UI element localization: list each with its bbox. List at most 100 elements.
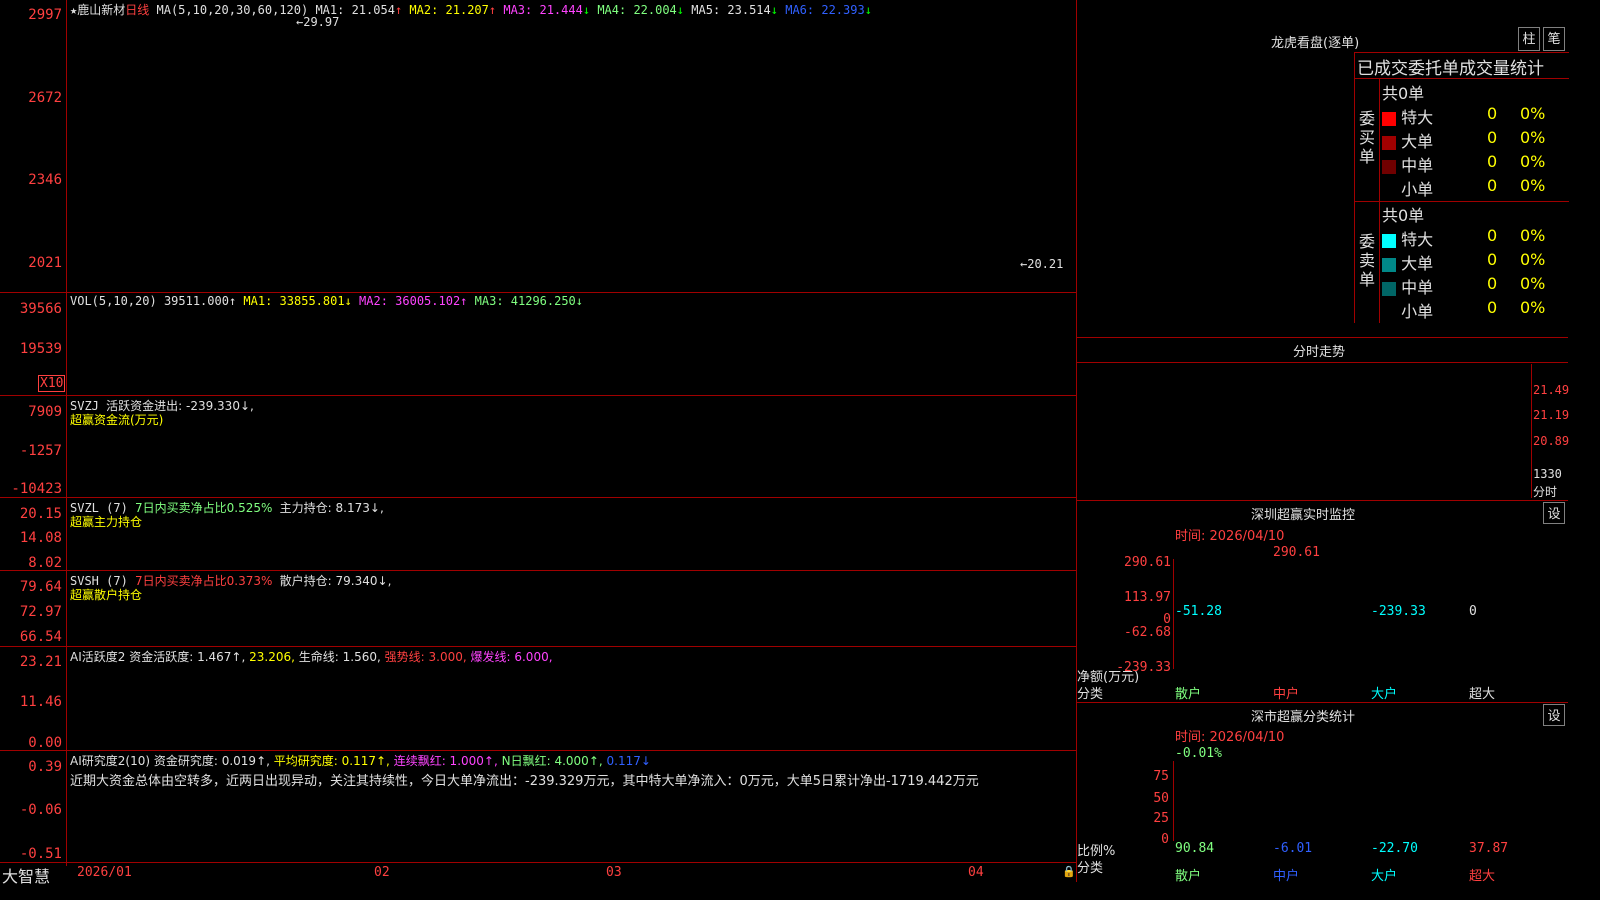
sz-category: 超大 [1469,687,1496,702]
x-tick: 03 [606,865,622,880]
y-tick: 0.00 [28,735,62,751]
sz-classify-panel: 深市超赢分类统计 设 时间: 2026/04/10 -0.01% 75 50 2… [1077,703,1569,884]
sz-value-label-0: -51.28 [1175,604,1222,619]
ma3-value: MA3: 21.444↓ [503,3,591,17]
svsh-sub: 超赢散户持仓 [70,588,143,602]
sz-classify-settings-button[interactable]: 设 [1543,704,1565,726]
sz-classify-bar-area [1173,761,1569,841]
y-tick: 0.39 [28,759,62,775]
tick-mode-button[interactable]: 笔 [1543,27,1565,51]
sell-small-swatch [1382,305,1396,320]
sz-classify-x-label: 分类 [1077,861,1104,876]
buy-total: 共0单 [1382,84,1425,103]
sz-classify-y-tick: 25 [1153,811,1169,826]
ma2-value: MA2: 21.207↑ [409,3,497,17]
ai-research-panel[interactable]: AI研究度2(10) 资金研究度: 0.019↑, 平均研究度: 0.117↑,… [0,751,1076,862]
y-tick: -10423 [11,481,62,497]
y-tick: 7909 [28,404,62,420]
dragon-tiger-title: 龙虎看盘(逐单) [1271,36,1360,51]
brand-label: 大智慧 [2,867,51,886]
sell-medium-swatch [1382,281,1396,296]
ma6-value: MA6: 22.393↓ [785,3,872,17]
sell-total: 共0单 [1382,206,1425,225]
sell-side-label-cell: 委卖单 [1355,202,1380,323]
ai-active-panel[interactable]: AI活跃度2 资金活跃度: 1.467↑, 23.206, 生命线: 1.560… [0,647,1076,751]
y-tick: 39566 [19,301,62,317]
x-tick: 04 [968,865,984,880]
volume-panel[interactable]: VOL(5,10,20) 39511.000↑ MA1: 33855.801↓ … [0,293,1076,396]
intraday-vol-tick: 1330 [1533,467,1562,481]
sz-classify-title: 深市超赢分类统计 [1251,710,1356,725]
sell-row-medium: 中单 0 0% [1382,274,1582,298]
sell-large-swatch [1382,257,1396,272]
sz-classify-value-label-3: 37.87 [1469,841,1509,856]
buy-large-swatch [1382,135,1396,150]
y-tick: 66.54 [19,629,62,645]
svzj-panel[interactable]: SVZJ 活跃资金进出: -239.330↓, 超赢资金流(万元) 7909 -… [0,396,1076,498]
svsh-panel[interactable]: SVSH (7) 7日内买卖净占比0.373% 散户持仓: 79.340↓, 超… [0,571,1076,647]
sz-classify-top-label: -0.01% [1175,746,1222,761]
lock-icon[interactable]: 🔒 [1062,865,1076,878]
sz-classify-y-tick: 50 [1153,791,1169,806]
intraday-y-tick: 21.49 [1533,383,1570,397]
buy-extra-large-swatch [1382,111,1396,126]
y-tick: -0.06 [19,802,62,818]
ma5-value: MA5: 23.514↓ [691,3,778,17]
stock-name: 鹿山新材 [77,3,126,17]
low-marker: ←20.21 [1020,257,1064,271]
x-tick: 02 [374,865,390,880]
sell-row-large: 大单 0 0% [1382,250,1582,274]
sell-side-label: 委卖单 [1359,232,1376,289]
buy-medium-swatch [1382,159,1396,174]
svzl-sub: 超赢主力持仓 [70,515,143,529]
sz-classify-category: 散户 [1175,869,1202,884]
sz-y-tick: 113.97 [1124,590,1171,605]
y-tick: 14.08 [19,530,62,546]
intraday-vol-label: 分时 [1533,485,1558,499]
x-axis-line [0,862,1076,863]
sell-extra-large-swatch [1382,233,1396,248]
sell-row-small: 小单 0 0% [1382,298,1582,322]
sz-monitor-panel: 深圳超赢实时监控 设 时间: 2026/04/10 290.61 113.97 … [1077,501,1568,703]
sz-x-label: 分类 [1077,687,1104,702]
sz-value-label-2: -239.33 [1371,604,1426,619]
y-tick: -1257 [19,443,62,459]
sz-category: 大户 [1371,687,1398,702]
sz-classify-value-label-2: -22.70 [1371,841,1418,856]
buy-small-swatch [1382,183,1396,198]
intraday-plot-area [1077,364,1532,498]
buy-row-small: 小单 0 0% [1382,176,1582,200]
sz-monitor-title: 深圳超赢实时监控 [1251,508,1356,523]
sz-value-label-3: 0 [1469,604,1477,619]
ai-research-comment: 近期大资金总体由空转多，近两日出现异动，关注其持续性，今日大单净流出：-239.… [70,774,979,789]
sell-row-extra-large: 特大 0 0% [1382,226,1582,250]
y-tick: 2021 [28,255,62,271]
y-tick: 20.15 [19,506,62,522]
intraday-title: 分时走势 [1293,345,1346,360]
high-marker: ←29.97 [296,15,340,29]
ma-label: MA(5,10,20,30,60,120) [156,3,309,17]
y-tick: 11.46 [19,694,62,710]
dragon-tiger-panel: 龙虎看盘(逐单) 柱 笔 已成交委托单成交量统计 委买单 共0单 特大 0 0%… [1077,0,1569,338]
main-chart-panel[interactable]: ★鹿山新材日线 MA(5,10,20,30,60,120) MA1: 21.05… [0,0,1076,293]
svzl-panel[interactable]: SVZL (7) 7日内买卖净占比0.525% 主力持仓: 8.173↓, 超赢… [0,498,1076,571]
buy-row-extra-large: 特大 0 0% [1382,104,1582,128]
sz-classify-y-tick: 0 [1161,832,1169,847]
svzj-sub: 超赢资金流(万元) [70,413,164,427]
period-label: 日线 [125,3,150,17]
order-stats-table: 已成交委托单成交量统计 委买单 共0单 特大 0 0% 大单 0 0% 中单 0… [1354,52,1569,323]
sz-classify-value-label-1: -6.01 [1273,841,1313,856]
buy-side-label: 委买单 [1359,109,1376,166]
sz-monitor-time: 时间: 2026/04/10 [1175,529,1285,544]
sz-classify-category: 中户 [1273,869,1300,884]
sz-monitor-settings-button[interactable]: 设 [1543,502,1565,524]
sz-y-tick: 290.61 [1124,555,1171,570]
column-mode-button[interactable]: 柱 [1518,27,1540,51]
sz-classify-value-label-0: 90.84 [1175,841,1215,856]
sz-classify-y-tick: 75 [1153,769,1169,784]
y-tick: 2672 [28,90,62,106]
sz-category: 散户 [1175,687,1202,702]
ai-research-header: AI研究度2(10) 资金研究度: 0.019↑, 平均研究度: 0.117↑,… [70,754,651,768]
intraday-panel[interactable]: 分时走势 21.49 21.19 20.89 1330 分时 [1077,338,1570,501]
sz-y-tick: -62.68 [1124,625,1171,640]
